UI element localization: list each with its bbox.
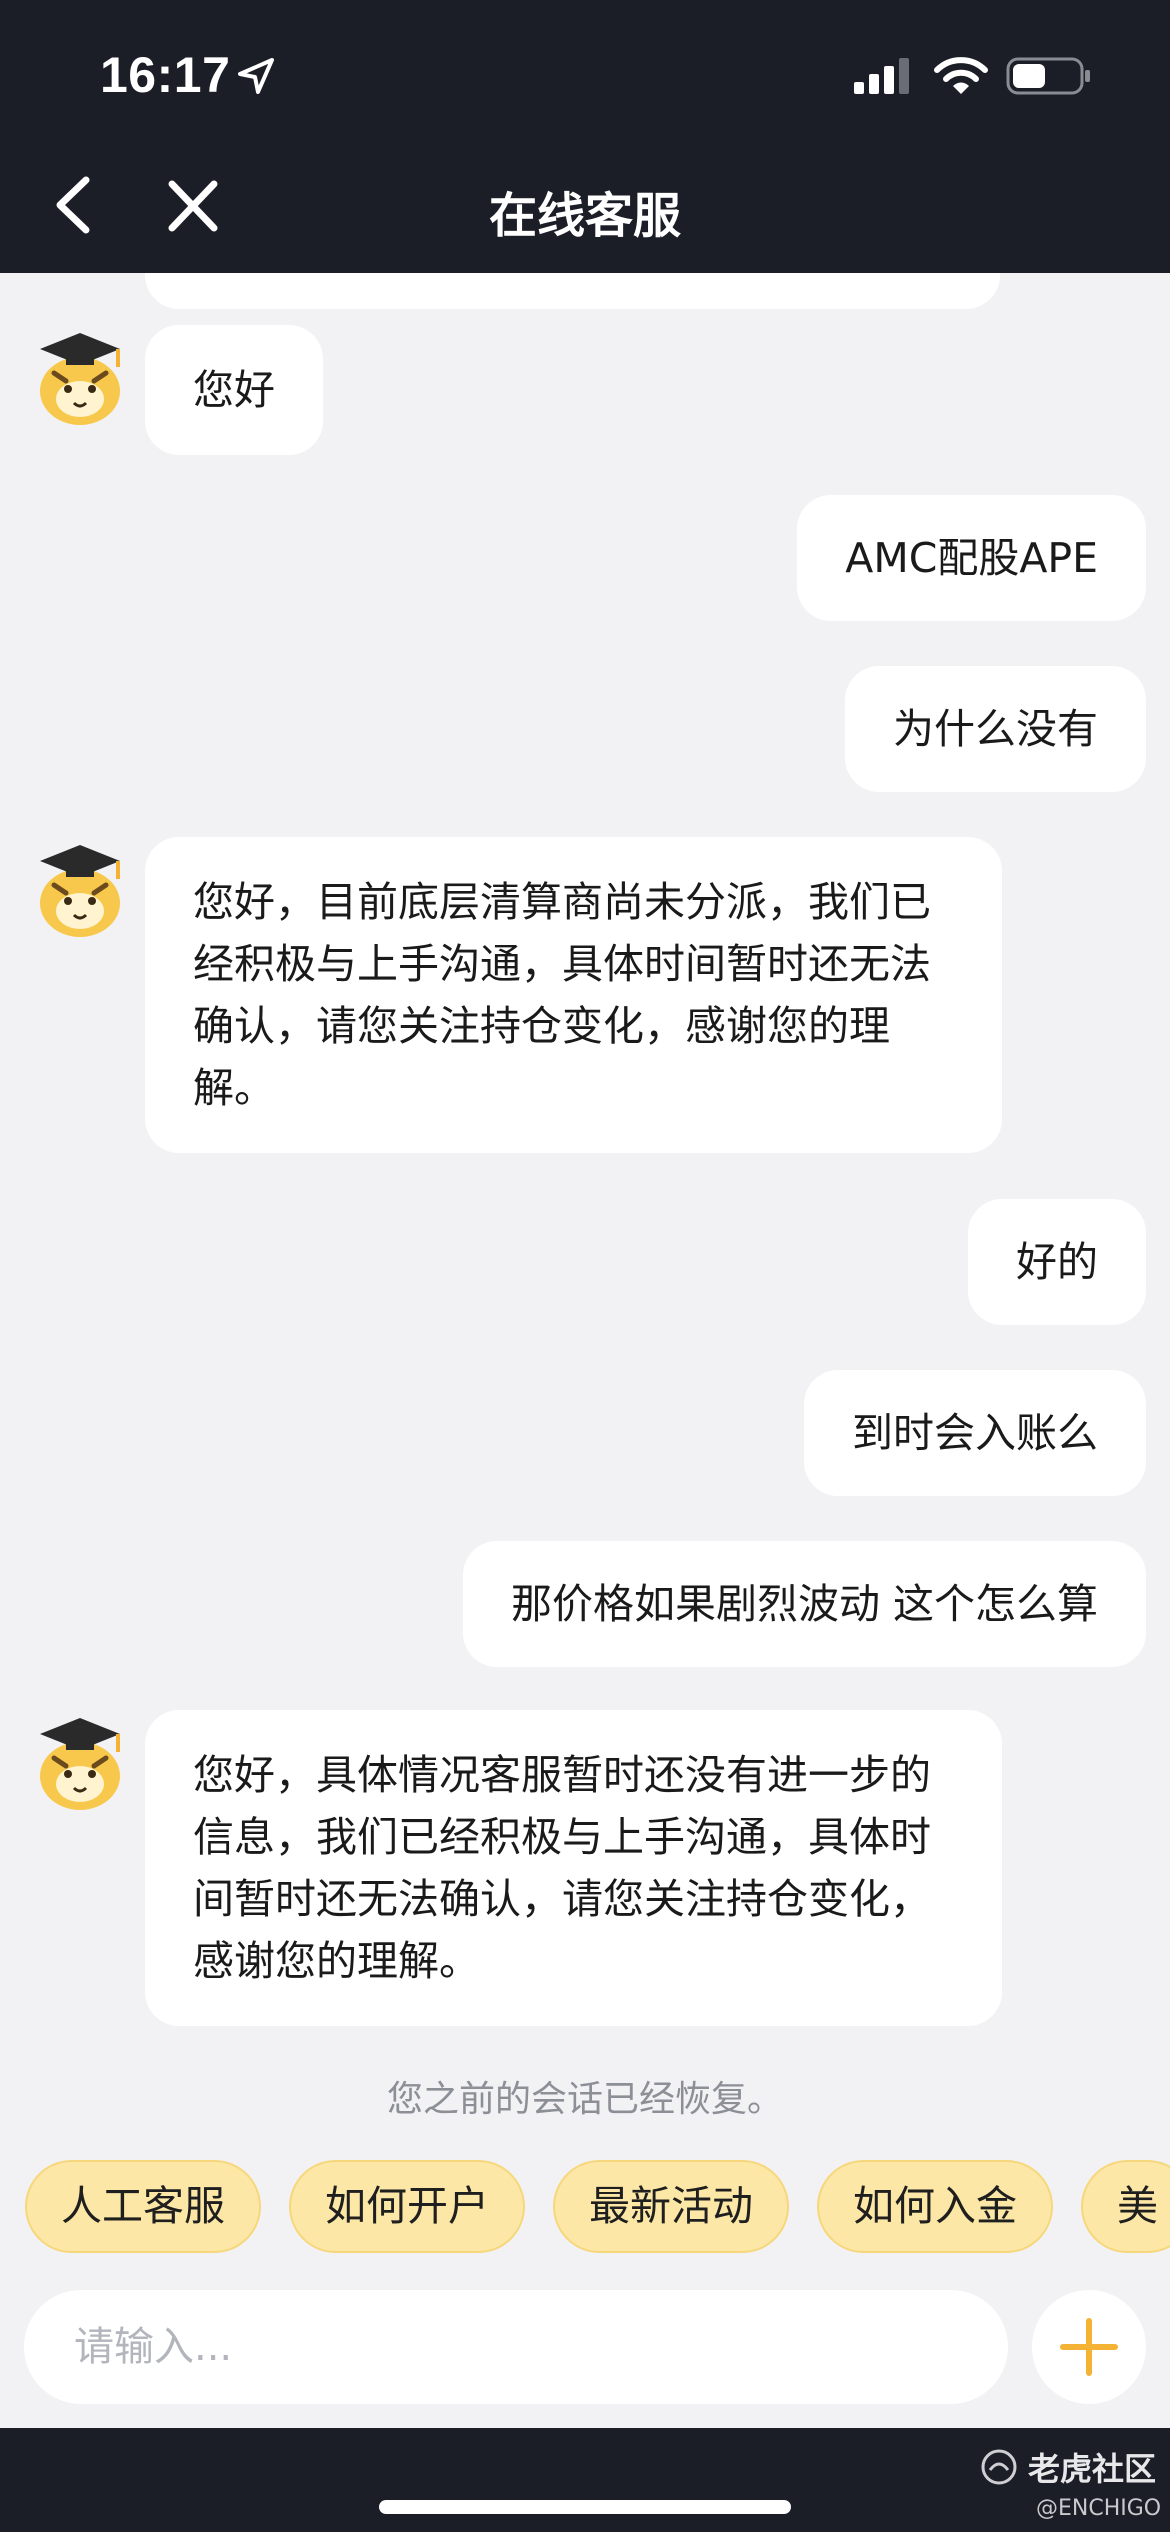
message-text: 到时会入账么 <box>852 1409 1098 1457</box>
user-message-bubble: 到时会入账么 <box>804 1370 1146 1496</box>
add-attachment-button[interactable] <box>1032 2290 1146 2404</box>
agent-avatar-icon <box>40 333 120 425</box>
tiger-community-logo-icon <box>981 2449 1017 2485</box>
plus-icon <box>1060 2318 1118 2376</box>
agent-avatar-icon <box>40 845 120 937</box>
user-message-bubble: AMC配股APE <box>797 495 1146 621</box>
previous-message-bubble <box>145 273 1000 309</box>
user-message-bubble: 好的 <box>968 1199 1146 1325</box>
chat-area[interactable]: 您好 AMC配股APE 为什么没有 您好，目前底层清算商尚未分派，我们已经积极与… <box>0 273 1170 2153</box>
location-arrow-icon <box>238 58 274 94</box>
status-time: 16:17 <box>100 47 231 103</box>
wifi-icon <box>934 57 988 94</box>
message-text: AMC配股APE <box>845 534 1098 582</box>
user-message-bubble: 为什么没有 <box>845 666 1146 792</box>
page-title: 在线客服 <box>488 188 681 244</box>
session-restored-notice: 您之前的会话已经恢复。 <box>386 2079 783 2120</box>
agent-message-bubble: 您好，具体情况客服暂时还没有进一步的信息，我们已经积极与上手沟通，具体时间暂时还… <box>145 1710 1002 2026</box>
message-text: 为什么没有 <box>893 705 1098 753</box>
quick-reply-chip[interactable]: 人工客服 <box>25 2160 261 2253</box>
message-text: 好的 <box>1016 1238 1098 1286</box>
message-text: 您好，具体情况客服暂时还没有进一步的信息，我们已经积极与上手沟通，具体时间暂时还… <box>193 1751 931 1985</box>
battery-icon <box>1006 57 1090 95</box>
agent-avatar-icon <box>40 1718 120 1810</box>
quick-reply-bar: 人工客服 如何开户 最新活动 如何入金 美 <box>25 2160 1170 2253</box>
bottom-bar: 老虎社区 @ENCHIGO <box>0 2428 1170 2532</box>
message-input[interactable] <box>24 2290 1008 2404</box>
watermark-name: 老虎社区 <box>1028 2450 1157 2488</box>
cellular-signal-icon <box>854 58 909 94</box>
agent-message-bubble: 您好，目前底层清算商尚未分派，我们已经积极与上手沟通，具体时间暂时还无法确认，请… <box>145 837 1002 1153</box>
agent-message-bubble: 您好 <box>145 325 323 455</box>
watermark-handle: @ENCHIGO <box>1036 2496 1162 2521</box>
user-message-bubble: 那价格如果剧烈波动 这个怎么算 <box>462 1541 1146 1667</box>
quick-reply-chip[interactable]: 如何入金 <box>817 2160 1053 2253</box>
home-indicator[interactable] <box>379 2500 791 2514</box>
top-bar: 16:17 在线客服 <box>0 0 1170 273</box>
quick-reply-chip[interactable]: 如何开户 <box>289 2160 525 2253</box>
message-text: 您好 <box>193 366 275 414</box>
quick-reply-chip[interactable]: 最新活动 <box>553 2160 789 2253</box>
quick-reply-chip[interactable]: 美 <box>1081 2160 1170 2253</box>
message-text: 您好，目前底层清算商尚未分派，我们已经积极与上手沟通，具体时间暂时还无法确认，请… <box>193 878 931 1112</box>
message-text: 那价格如果剧烈波动 这个怎么算 <box>510 1580 1098 1628</box>
